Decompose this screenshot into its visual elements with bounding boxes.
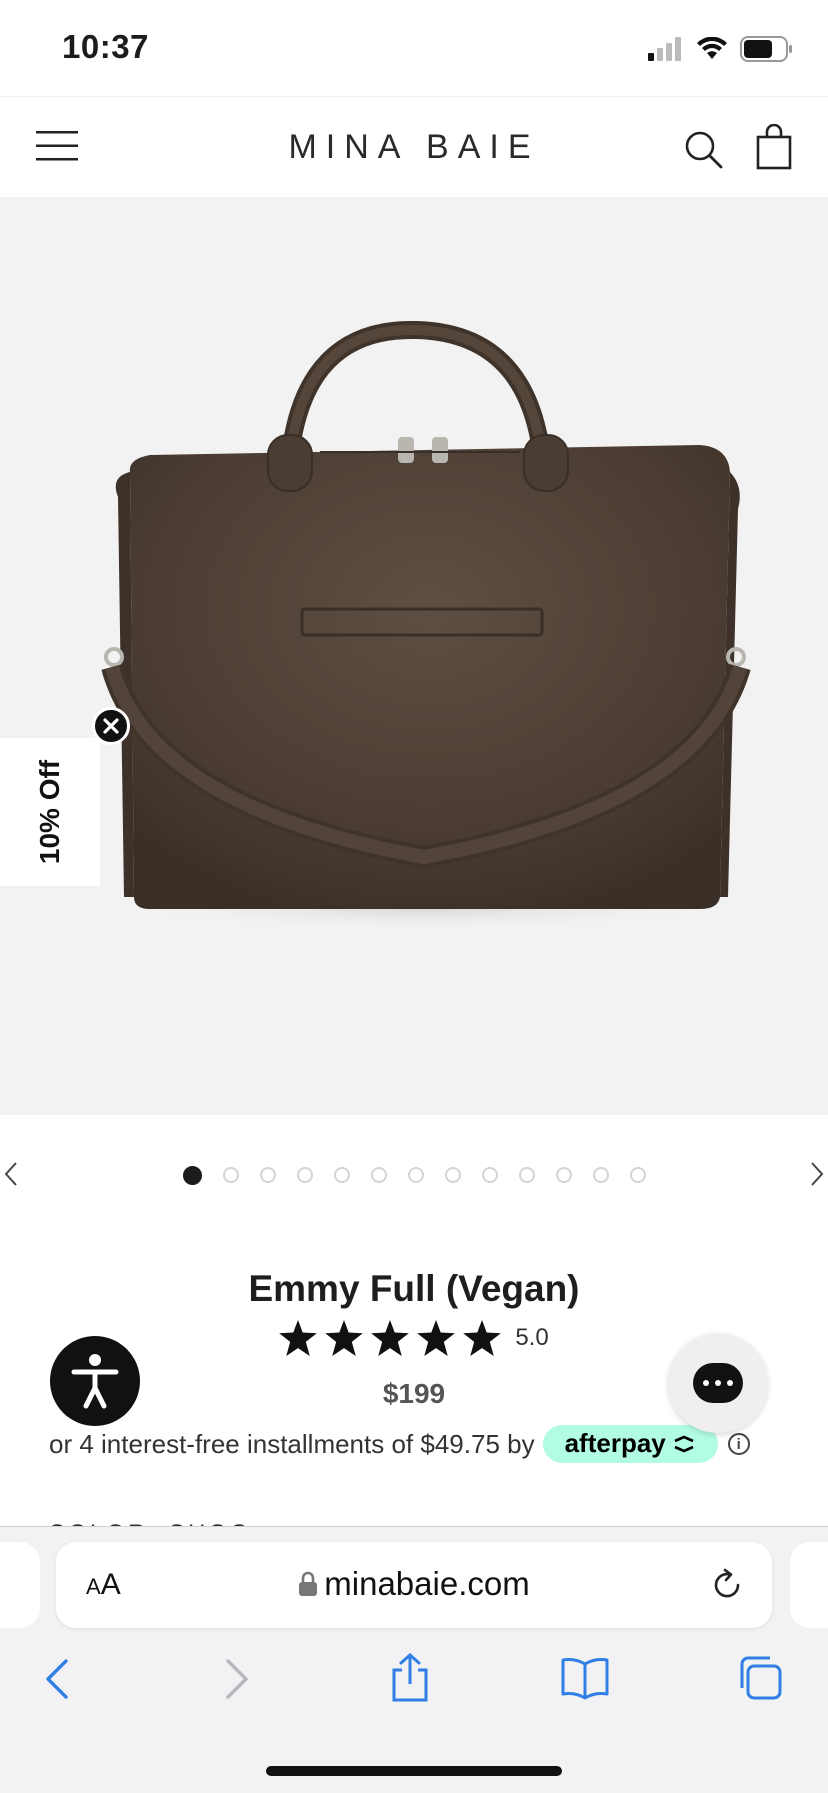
rating-value: 5.0 xyxy=(515,1324,549,1351)
discount-tab-label: 10% Off xyxy=(34,759,65,865)
star-icon xyxy=(417,1320,456,1356)
product-image[interactable] xyxy=(0,197,828,1115)
bookmarks-icon[interactable] xyxy=(560,1656,610,1700)
star-icon xyxy=(371,1320,410,1356)
carousel-dot[interactable] xyxy=(333,1167,350,1183)
close-discount-icon[interactable] xyxy=(92,707,130,745)
installments-row: or 4 interest-free installments of $49.7… xyxy=(49,1425,750,1463)
tabs-icon[interactable] xyxy=(736,1654,784,1702)
url-text: minabaie.com xyxy=(324,1565,530,1602)
carousel-dot[interactable] xyxy=(259,1167,276,1183)
carousel-dot[interactable] xyxy=(296,1167,313,1183)
home-indicator xyxy=(266,1766,562,1776)
carousel-dot[interactable] xyxy=(222,1167,239,1183)
status-icons xyxy=(648,36,794,62)
chat-button[interactable] xyxy=(668,1333,768,1433)
accessibility-icon xyxy=(71,1354,119,1409)
star-icon xyxy=(325,1320,364,1356)
discount-tab[interactable]: 10% Off xyxy=(0,738,100,886)
afterpay-logo-icon xyxy=(674,1435,694,1452)
afterpay-label: afterpay xyxy=(564,1428,666,1458)
cellular-signal-icon xyxy=(648,37,681,61)
carousel-dot[interactable] xyxy=(481,1167,498,1183)
product-title: Emmy Full (Vegan) xyxy=(248,1268,580,1309)
search-icon[interactable] xyxy=(684,130,724,170)
chat-icon xyxy=(693,1363,743,1403)
duffel-bag-image xyxy=(101,320,751,931)
star-icon xyxy=(463,1320,502,1356)
installments-text: or 4 interest-free installments of $49.7… xyxy=(49,1428,535,1459)
accessibility-button[interactable] xyxy=(50,1336,140,1426)
info-icon[interactable]: i xyxy=(727,1433,750,1455)
afterpay-badge[interactable]: afterpay xyxy=(542,1425,718,1463)
carousel-dot[interactable] xyxy=(555,1167,572,1183)
carousel-dot[interactable] xyxy=(592,1167,609,1183)
carousel-dot[interactable] xyxy=(407,1167,424,1183)
reload-icon[interactable] xyxy=(710,1568,744,1602)
wifi-icon xyxy=(697,37,727,59)
status-time: 10:37 xyxy=(62,28,149,65)
carousel-dot[interactable] xyxy=(629,1167,646,1183)
lock-icon xyxy=(299,1571,318,1596)
url-display[interactable]: minabaie.com xyxy=(0,1565,828,1603)
shopping-bag-icon[interactable] xyxy=(756,124,792,170)
back-icon[interactable] xyxy=(44,1658,70,1700)
carousel-dot[interactable] xyxy=(370,1167,387,1183)
carousel-dot[interactable] xyxy=(518,1167,535,1183)
carousel-next-icon[interactable] xyxy=(808,1160,826,1188)
forward-icon[interactable] xyxy=(224,1658,250,1700)
carousel-dots xyxy=(0,1166,828,1189)
battery-icon xyxy=(740,36,792,62)
carousel-dot[interactable] xyxy=(182,1166,202,1185)
share-icon[interactable] xyxy=(388,1652,432,1704)
carousel-dot[interactable] xyxy=(444,1167,461,1183)
star-icon xyxy=(279,1320,318,1356)
